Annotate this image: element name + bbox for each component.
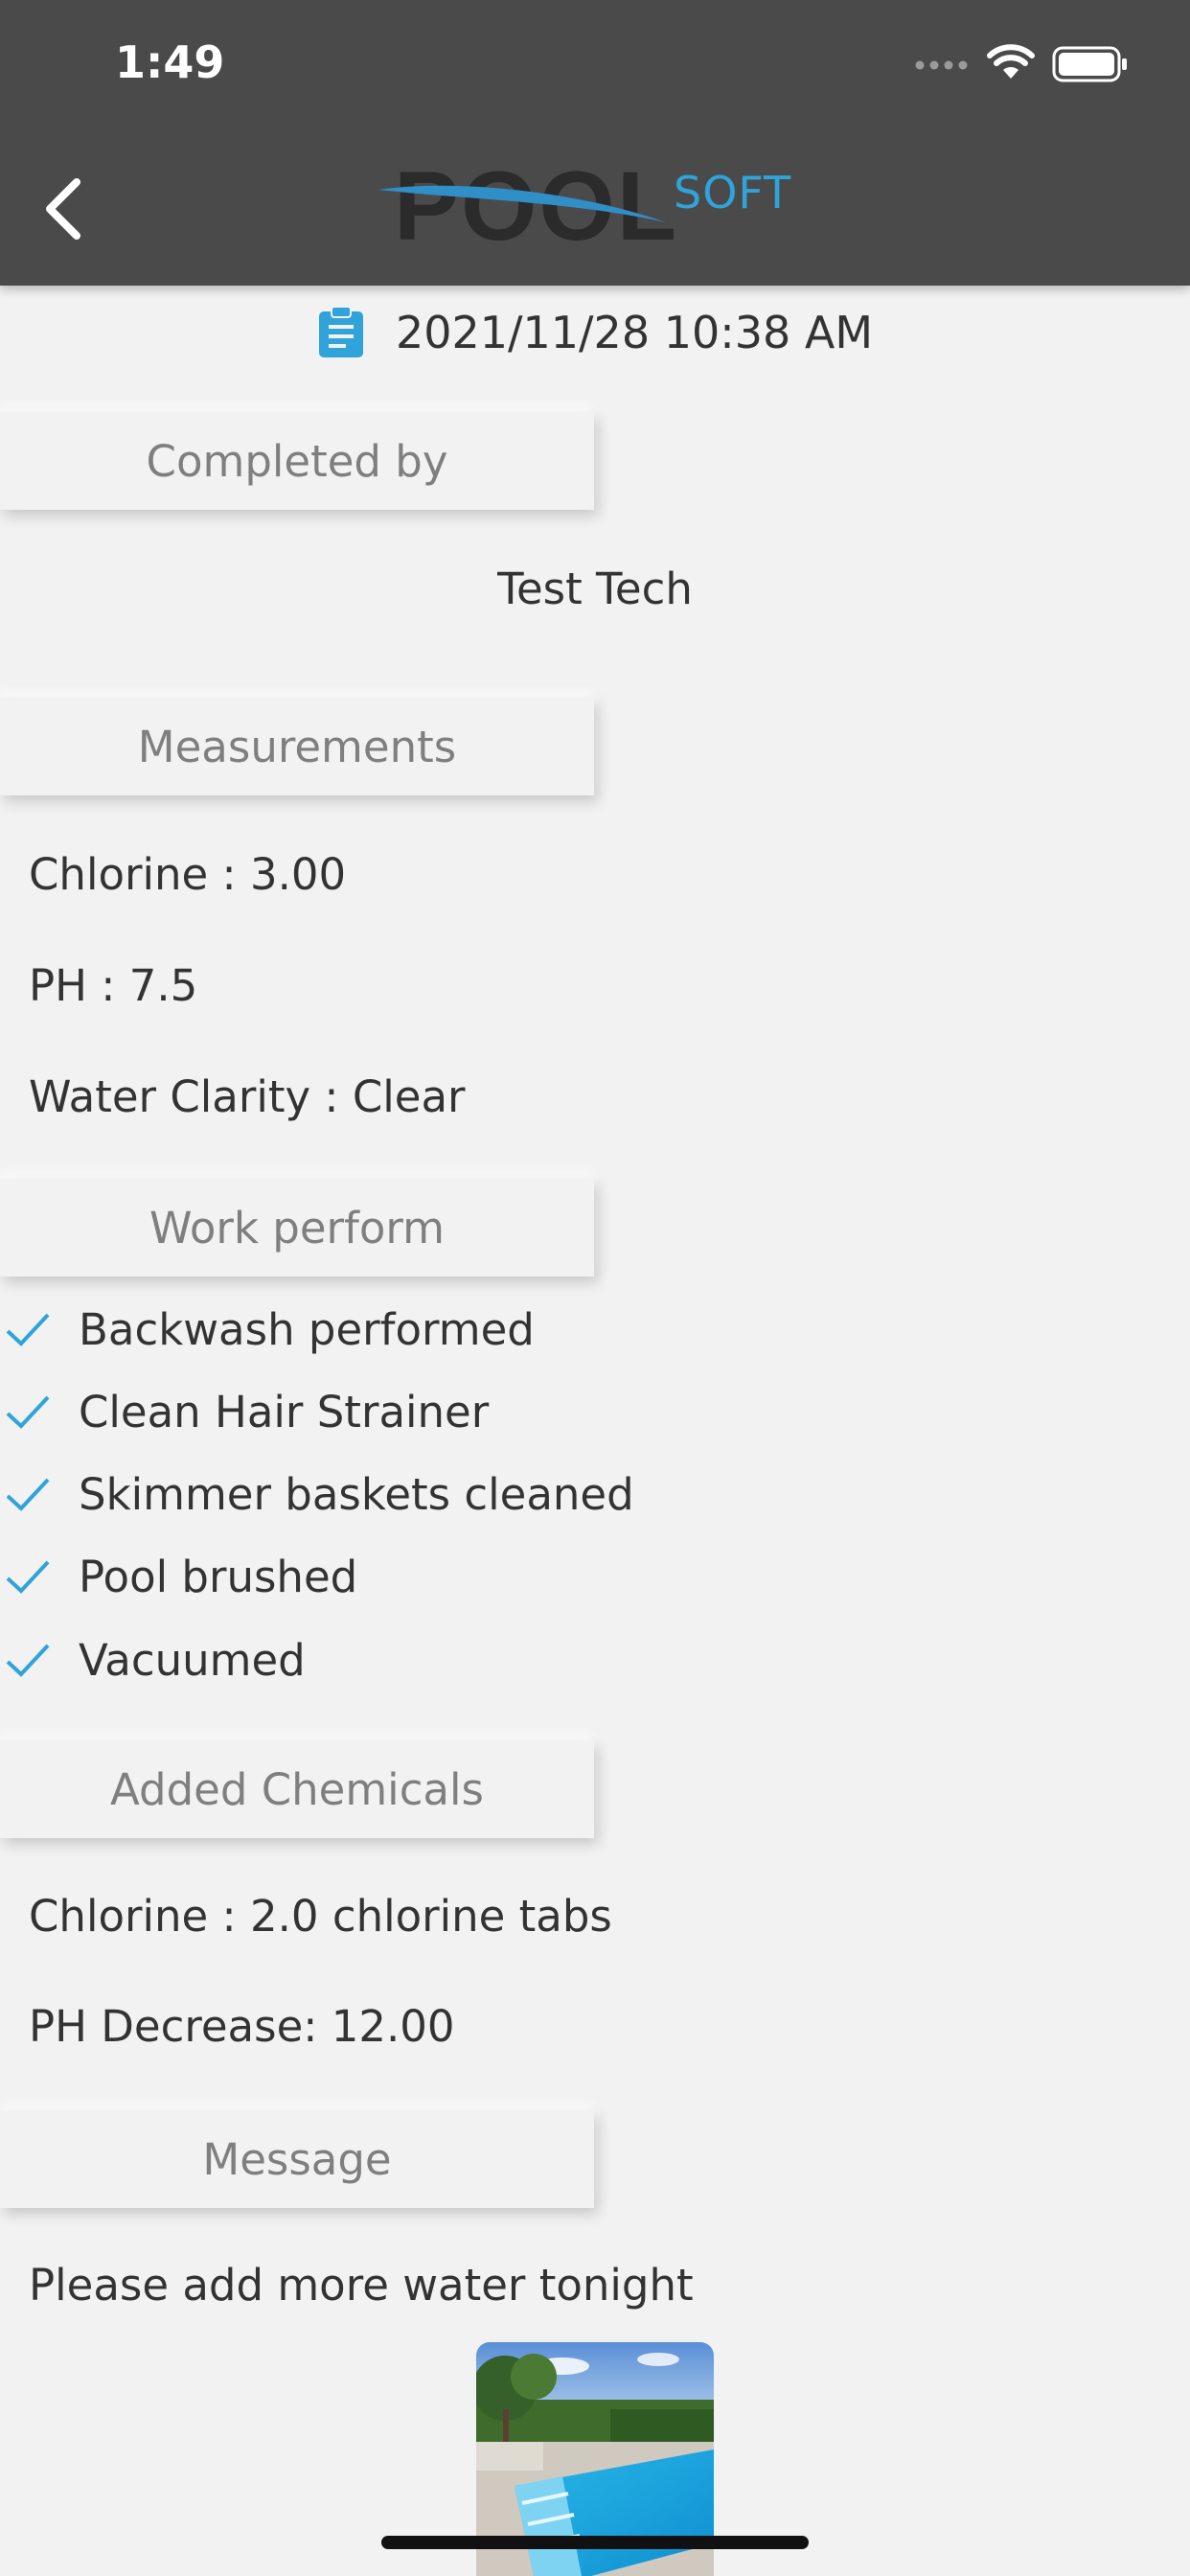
work-item: Clean Hair Strainer	[0, 1378, 489, 1445]
work-item: Backwash performed	[0, 1296, 535, 1363]
work-item: Pool brushed	[0, 1543, 357, 1610]
work-item: Vacuumed	[0, 1626, 306, 1693]
checkmark-icon	[6, 1644, 50, 1677]
clipboard-icon	[318, 306, 363, 357]
work-item: Skimmer baskets cleaned	[0, 1460, 634, 1528]
checkmark-icon	[6, 1313, 50, 1346]
work-item-label: Backwash performed	[79, 1303, 535, 1355]
logo-accent: SOFT	[674, 167, 792, 218]
work-item-label: Clean Hair Strainer	[79, 1386, 490, 1438]
completed-by-header: Completed by	[0, 412, 594, 510]
message-text: Please add more water tonight	[29, 2260, 694, 2311]
checkmark-icon	[6, 1395, 50, 1429]
wifi-icon	[987, 44, 1035, 79]
report-date-row: 2021/11/28 10:38 AM	[0, 299, 1190, 366]
chemical-item: Chlorine : 2.0 chlorine tabs	[29, 1891, 612, 1942]
home-indicator[interactable]	[381, 2536, 809, 2549]
cellular-signal-icon	[915, 60, 968, 70]
back-button[interactable]	[34, 171, 92, 247]
measurement-item: Chlorine : 3.00	[29, 849, 347, 900]
checkmark-icon	[6, 1478, 50, 1511]
status-time: 1:49	[115, 36, 225, 88]
battery-icon	[1052, 46, 1127, 82]
work-item-label: Vacuumed	[79, 1634, 306, 1686]
measurement-item: PH : 7.5	[29, 960, 198, 1011]
work-item-label: Skimmer baskets cleaned	[79, 1468, 634, 1520]
chemical-item: PH Decrease: 12.00	[29, 2001, 455, 2052]
work-perform-header: Work perform	[0, 1179, 594, 1276]
technician-name: Test Tech	[497, 564, 693, 614]
measurements-header: Measurements	[0, 698, 594, 795]
app-header: 1:49 POOL SOFT	[0, 0, 1190, 286]
poolsoft-logo: POOL SOFT	[378, 153, 819, 249]
work-item-label: Pool brushed	[79, 1551, 358, 1602]
checkmark-icon	[6, 1560, 50, 1594]
added-chemicals-header: Added Chemicals	[0, 1740, 594, 1838]
message-header: Message	[0, 2110, 594, 2208]
report-date: 2021/11/28 10:38 AM	[395, 307, 874, 358]
measurement-item: Water Clarity : Clear	[29, 1071, 466, 1122]
